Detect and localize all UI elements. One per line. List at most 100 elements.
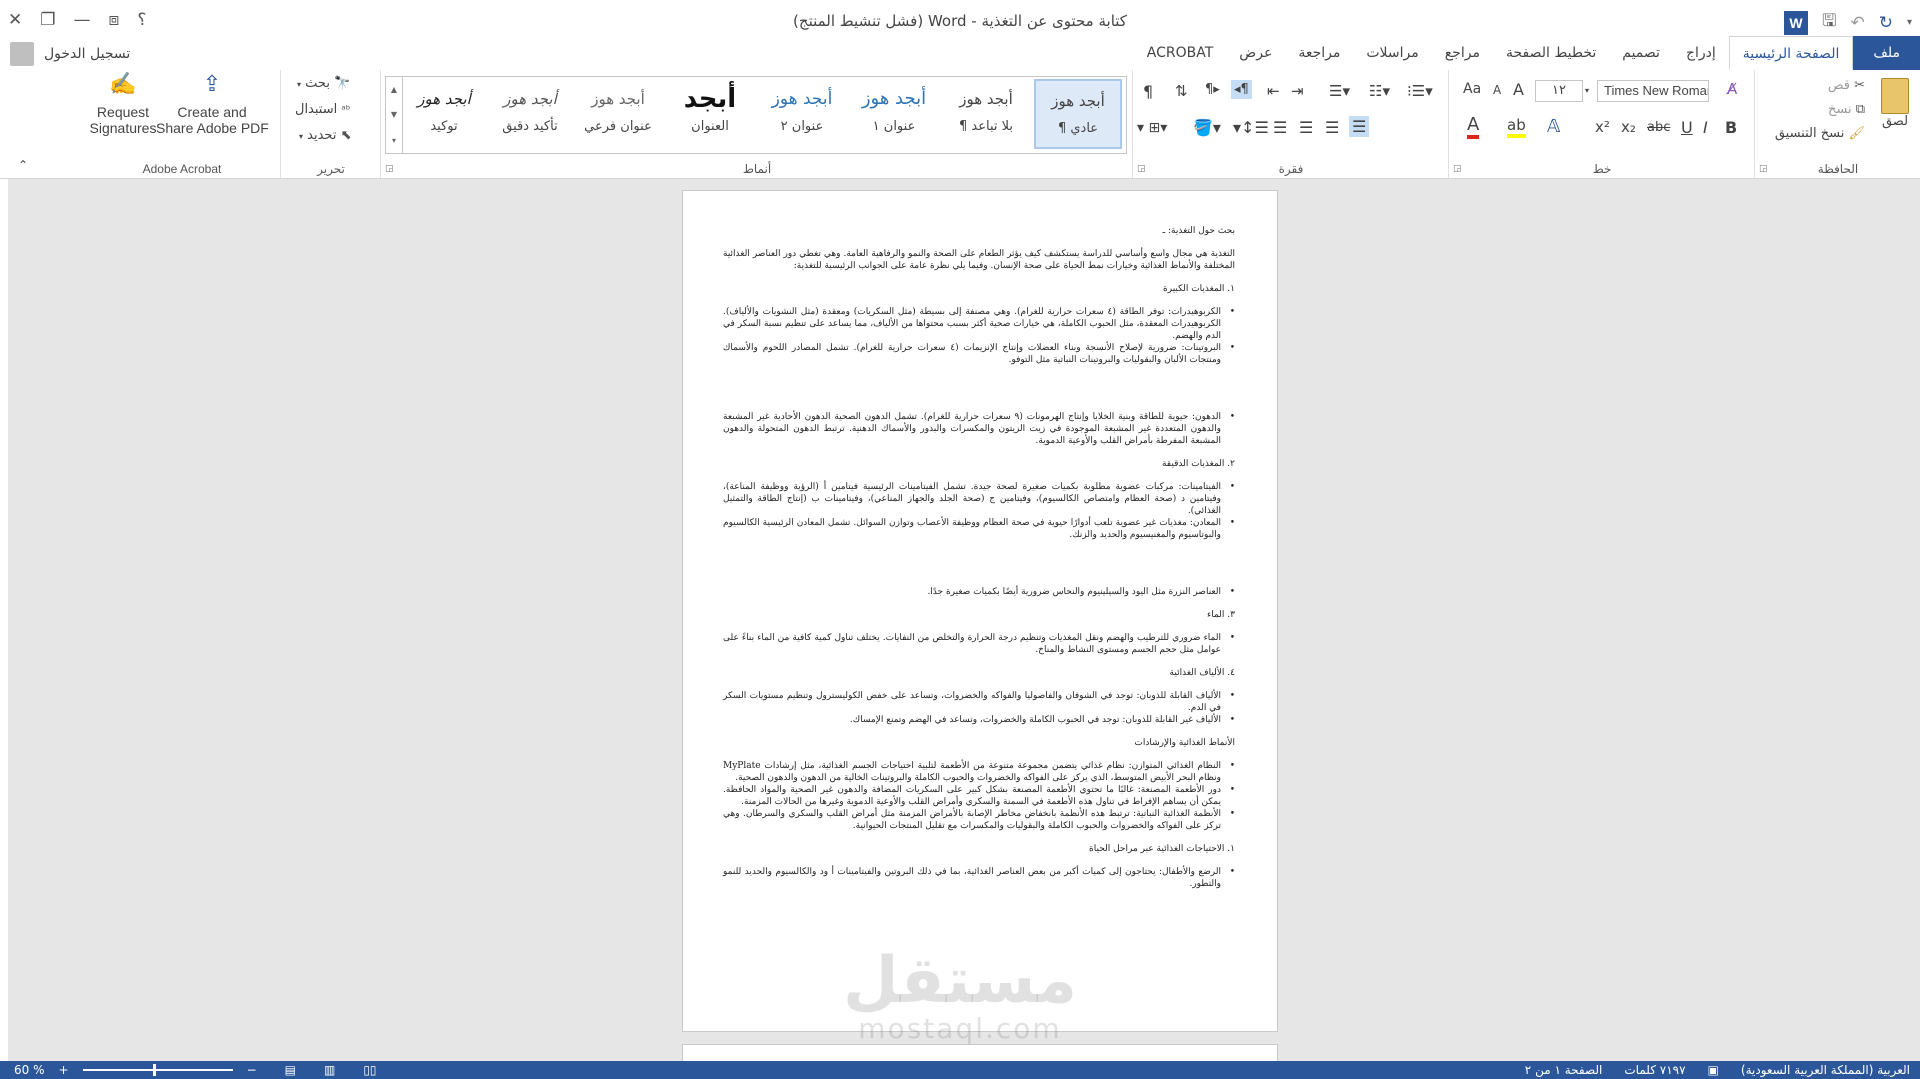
pilcrow-icon[interactable]: ¶ (1143, 82, 1153, 101)
font-name-select[interactable]: Times New Roman (1597, 80, 1709, 102)
request-signatures-button[interactable]: ✍ Request Signatures (84, 73, 162, 137)
style-heading-1[interactable]: أبجد هوز عنوان ١ (850, 79, 938, 149)
bullet-item: المعادن: مغذيات غير عضوية تلعب أدوارًا ح… (723, 517, 1235, 541)
style-sample: أبجد هوز (861, 88, 927, 109)
dialog-launcher-icon[interactable]: ◲ (385, 164, 394, 174)
select-button[interactable]: ⬉ تحديد ▾ (299, 128, 351, 143)
gallery-scroll[interactable]: ▲ ▼ ▾ (386, 77, 403, 153)
styles-group-label: أنماط (742, 162, 772, 176)
language-indicator[interactable]: العربية (المملكة العربية السعودية) (1741, 1063, 1910, 1077)
cut-button[interactable]: ✂ قص (1828, 78, 1865, 93)
font-group-label: خط (1592, 162, 1612, 176)
doc-heading: ١. المغذيات الكبيرة (1163, 284, 1235, 294)
zoom-level[interactable]: 60 % (14, 1063, 45, 1077)
copy-button[interactable]: ⧉ نسخ (1828, 102, 1865, 117)
bold-button[interactable]: B (1725, 118, 1737, 137)
font-color-icon[interactable]: A (1467, 114, 1480, 139)
document-content[interactable]: بحث حول التغذية: ـ التغذية هي مجال واسع … (723, 225, 1235, 901)
bullet-item: الكربوهيدرات: توفر الطاقة (٤ سعرات حراري… (723, 306, 1235, 342)
change-case-icon[interactable]: Aa (1463, 81, 1481, 97)
style-emphasis[interactable]: أبجد هوز توكيد (404, 79, 484, 149)
paste-icon (1881, 78, 1909, 114)
strikethrough-button[interactable]: abc (1647, 120, 1670, 135)
create-share-pdf-button[interactable]: ⇪ Create and Share Adobe PDF (156, 73, 269, 137)
format-painter-button[interactable]: 🖌 نسخ التنسيق (1775, 126, 1865, 141)
paste-button[interactable]: لصق (1875, 78, 1915, 129)
tab-file[interactable]: ملف (1853, 36, 1920, 70)
style-name: ¶ بلا تباعد (959, 119, 1013, 134)
tab-home[interactable]: الصفحة الرئيسية (1728, 36, 1854, 70)
bullet-item: الأنظمة الغذائية النباتية: ترتبط هذه الأ… (723, 808, 1235, 832)
find-button[interactable]: 🔭 بحث ▾ (297, 76, 350, 91)
tab-mailings[interactable]: مراسلات (1353, 36, 1431, 70)
bullets-icon[interactable]: ⁝☰▾ (1407, 82, 1433, 100)
increase-indent-icon[interactable]: ⇥ (1291, 82, 1304, 100)
zoom-out-icon[interactable]: − (247, 1063, 257, 1077)
borders-icon[interactable]: ▾ ⊞▾ (1137, 120, 1167, 136)
style-no-spacing[interactable]: أبجد هوز ¶ بلا تباعد (942, 79, 1030, 149)
style-subtle-emphasis[interactable]: أبجد هوز تأكيد دقيق (486, 79, 574, 149)
rtl-direction-icon[interactable]: ◂¶ (1231, 80, 1252, 99)
align-left-icon[interactable]: ☰ (1349, 116, 1370, 137)
superscript-button[interactable]: x² (1595, 118, 1610, 136)
underline-button[interactable]: U (1681, 118, 1693, 137)
tab-insert[interactable]: إدراج (1673, 36, 1729, 70)
subscript-button[interactable]: x₂ (1621, 118, 1636, 136)
center-icon[interactable]: ☰ (1325, 118, 1339, 137)
proofing-icon[interactable]: ▣ (1708, 1063, 1719, 1077)
dialog-launcher-icon[interactable]: ◲ (1137, 164, 1146, 174)
style-name: عنوان ٢ (780, 119, 824, 134)
tab-acrobat[interactable]: ACROBAT (1134, 36, 1227, 70)
tab-page-layout[interactable]: تخطيط الصفحة (1493, 36, 1609, 70)
word-count[interactable]: ٧١٩٧ كلمات (1624, 1063, 1685, 1077)
document-page[interactable]: بحث حول التغذية: ـ التغذية هي مجال واسع … (682, 190, 1278, 1032)
tab-view[interactable]: عرض (1226, 36, 1285, 70)
style-title[interactable]: أبجد العنوان (666, 79, 754, 149)
tab-references[interactable]: مراجع (1432, 36, 1493, 70)
watermark: مستقل mostaql.com (840, 949, 1080, 1045)
style-normal[interactable]: أبجد هوز ¶ عادي (1034, 79, 1122, 149)
zoom-thumb[interactable] (152, 1064, 156, 1076)
tab-review[interactable]: مراجعة (1285, 36, 1353, 70)
tab-design[interactable]: تصميم (1609, 36, 1673, 70)
collapse-ribbon-icon[interactable]: ⌃ (18, 158, 28, 172)
copy-icon: ⧉ (1855, 102, 1865, 117)
justify-icon[interactable]: ☰ (1273, 118, 1287, 137)
dialog-launcher-icon[interactable]: ◲ (1759, 164, 1768, 174)
read-mode-icon[interactable]: ▯▯ (363, 1063, 376, 1077)
text-effects-icon[interactable]: 𝔸 (1547, 116, 1560, 137)
font-size-select[interactable]: ١٢ (1535, 80, 1583, 102)
style-name: العنوان (691, 119, 729, 134)
status-bar: الصفحة ١ من ٢ ٧١٩٧ كلمات ▣ العربية (المم… (0, 1061, 1920, 1079)
align-right-icon[interactable]: ☰ (1299, 118, 1313, 137)
style-subtitle[interactable]: أبجد هوز عنوان فرعي (574, 79, 662, 149)
line-spacing-icon[interactable]: ▾↕☰ (1233, 118, 1269, 137)
customize-icon[interactable]: ▾ (1907, 17, 1912, 28)
redo-icon[interactable]: ↻ (1879, 13, 1893, 33)
shrink-font-icon[interactable]: A (1493, 83, 1501, 97)
sign-in-label[interactable]: تسجيل الدخول (44, 46, 130, 62)
dialog-launcher-icon[interactable]: ◲ (1453, 164, 1462, 174)
style-heading-2[interactable]: أبجد هوز عنوان ٢ (758, 79, 846, 149)
numbering-icon[interactable]: ☷▾ (1369, 82, 1390, 100)
zoom-slider[interactable] (82, 1064, 233, 1076)
undo-icon[interactable]: ↶ (1850, 13, 1864, 33)
chevron-down-icon[interactable]: ▾ (1585, 80, 1589, 102)
save-icon[interactable]: 🖫 (1822, 8, 1836, 37)
sign-in[interactable]: تسجيل الدخول (10, 42, 130, 66)
grow-font-icon[interactable]: A (1513, 80, 1524, 99)
web-layout-icon[interactable]: ▤ (285, 1063, 296, 1077)
decrease-indent-icon[interactable]: ⇤ (1267, 82, 1280, 100)
print-layout-icon[interactable]: ▥ (324, 1063, 335, 1077)
highlight-icon[interactable]: ab (1507, 116, 1526, 138)
replace-button[interactable]: ᵃᵇ استبدال (295, 102, 350, 117)
multilevel-list-icon[interactable]: ☰▾ (1329, 82, 1350, 100)
sort-icon[interactable]: ⇅ (1175, 82, 1188, 100)
create-label-1: Create and (177, 104, 247, 120)
clear-formatting-icon[interactable]: A̸ (1727, 80, 1737, 98)
italic-button[interactable]: I (1703, 118, 1708, 137)
shading-icon[interactable]: 🪣▾ (1193, 118, 1221, 137)
ltr-direction-icon[interactable]: ¶▸ (1205, 82, 1220, 97)
zoom-in-icon[interactable]: + (59, 1063, 69, 1077)
page-count[interactable]: الصفحة ١ من ٢ (1525, 1063, 1603, 1077)
